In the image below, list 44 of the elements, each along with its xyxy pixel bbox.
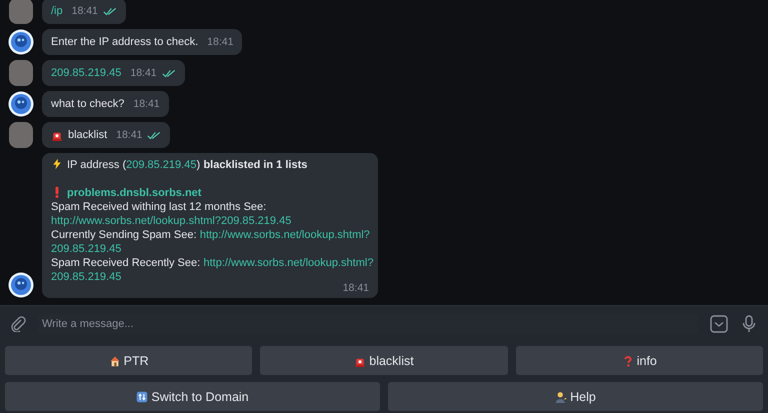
link[interactable]: problems.dnsbl.sorbs.net xyxy=(67,187,202,199)
paperclip-icon[interactable] xyxy=(10,316,26,332)
message-text: Currently Sending Spam See: xyxy=(51,229,197,241)
message-time: 18:41 xyxy=(130,66,157,80)
link[interactable]: /ip xyxy=(51,4,63,18)
message-text: blacklisted in 1 lists xyxy=(203,159,308,171)
person-icon xyxy=(555,390,568,402)
link[interactable]: 209.85.219.45 xyxy=(126,159,196,171)
house-icon xyxy=(108,354,121,366)
robot-avatar-icon xyxy=(8,272,34,298)
keyboard-button[interactable]: info xyxy=(516,346,763,375)
link[interactable]: http://www.sorbs.net/lookup.shtml? xyxy=(200,229,370,241)
arrows-icon xyxy=(136,390,148,402)
robot-avatar-icon xyxy=(8,29,34,55)
message-time: 18:41 xyxy=(72,4,98,18)
keyboard-button[interactable]: blacklist xyxy=(260,346,508,375)
message-time: 18:41 xyxy=(116,128,142,142)
message-text: ) xyxy=(196,159,200,171)
question-icon xyxy=(622,354,634,366)
link[interactable]: http://www.sorbs.net/lookup.shtml?209.85.219.45 xyxy=(51,215,292,227)
message-text: blacklist xyxy=(68,128,108,142)
message-composer[interactable]: Write a message... xyxy=(0,305,768,342)
message-text: Spam Received withing last 12 months See: xyxy=(51,201,266,213)
message-text: Enter the IP address to check. xyxy=(51,35,198,49)
link[interactable]: 209.85.219.45 xyxy=(51,271,122,283)
message-text: IP address ( xyxy=(67,159,126,171)
message-time: 18:41 xyxy=(207,35,234,49)
link[interactable]: 209.85.219.45 xyxy=(51,243,122,255)
message-time: 18:41 xyxy=(133,97,160,111)
avatar-placeholder xyxy=(9,0,33,24)
link[interactable]: http://www.sorbs.net/lookup.shtml? xyxy=(203,257,374,269)
avatar-placeholder xyxy=(9,60,33,86)
keyboard-toggle-icon[interactable] xyxy=(710,315,728,333)
keyboard-button[interactable]: Help xyxy=(388,382,763,411)
link[interactable]: 209.85.219.45 xyxy=(51,66,122,80)
message-text: Spam Received Recently See: xyxy=(51,257,200,269)
message-time: 18:41 xyxy=(342,281,369,295)
lightning-icon xyxy=(51,158,63,170)
keyboard-button[interactable]: PTR xyxy=(5,346,252,375)
keyboard-button[interactable]: Switch to Domain xyxy=(5,382,380,411)
robot-avatar-icon xyxy=(8,91,34,117)
microphone-icon[interactable] xyxy=(740,315,758,333)
avatar-placeholder xyxy=(9,122,33,148)
message-text: what to check? xyxy=(51,97,124,111)
